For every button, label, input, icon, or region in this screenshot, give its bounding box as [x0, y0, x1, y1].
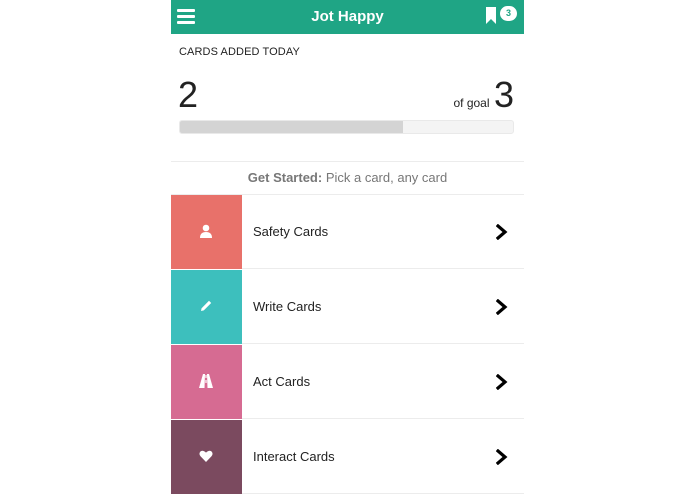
row-divider [242, 418, 524, 419]
card-row-interact[interactable]: Interact Cards [171, 420, 524, 494]
goal-value: 3 [493, 74, 514, 115]
heart-icon [199, 450, 213, 462]
goal-label: of goal [453, 96, 490, 110]
progress-bar [179, 120, 514, 134]
progress-bar-fill [180, 121, 404, 133]
cards-added-today-label: CARDS ADDED TODAY [179, 46, 300, 58]
card-label: Interact Cards [253, 449, 335, 464]
row-divider [242, 343, 524, 344]
chevron-right-icon [496, 224, 508, 240]
goal-display: of goal 3 [453, 73, 514, 117]
get-started-rest: Pick a card, any card [322, 170, 448, 185]
get-started-bold: Get Started: [247, 170, 323, 185]
chevron-right-icon [496, 299, 508, 315]
bookmark-icon[interactable] [485, 7, 497, 24]
person-icon [200, 224, 212, 238]
divider [171, 161, 524, 162]
top-bar: Jot Happy 3 [171, 0, 524, 34]
card-swatch [171, 420, 242, 494]
app-title: Jot Happy [311, 8, 384, 25]
road-icon [199, 374, 213, 388]
card-label: Write Cards [253, 299, 322, 314]
card-row-write[interactable]: Write Cards [171, 270, 524, 344]
card-label: Act Cards [253, 374, 311, 389]
card-row-safety[interactable]: Safety Cards [171, 195, 524, 269]
bookmark-count-badge: 3 [500, 6, 517, 21]
card-swatch [171, 270, 242, 344]
card-swatch [171, 345, 242, 419]
chevron-right-icon [496, 449, 508, 465]
card-swatch [171, 195, 242, 269]
cards-added-count: 2 [178, 74, 199, 115]
get-started-text: Get Started: Pick a card, any card [171, 170, 524, 185]
card-label: Safety Cards [253, 224, 329, 239]
chevron-right-icon [496, 374, 508, 390]
menu-icon[interactable] [177, 9, 195, 24]
pencil-icon [201, 300, 212, 311]
app-screen: Jot Happy 3 CARDS ADDED TODAY 2 of goal … [171, 0, 524, 494]
card-row-act[interactable]: Act Cards [171, 345, 524, 419]
row-divider [242, 268, 524, 269]
